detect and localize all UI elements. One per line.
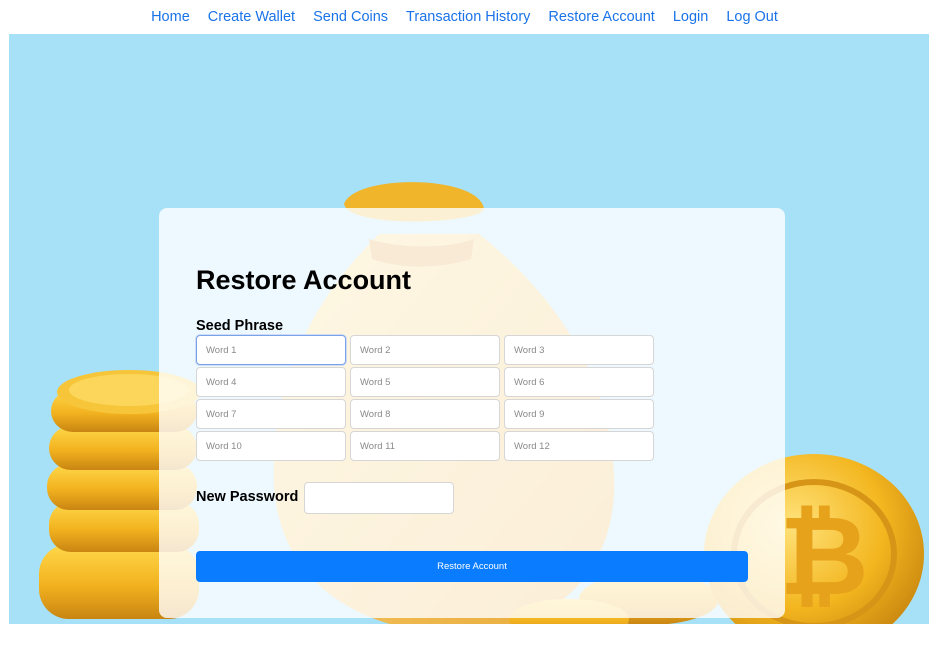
seed-word-11-input[interactable] bbox=[350, 431, 500, 461]
seed-word-5-input[interactable] bbox=[350, 367, 500, 397]
restore-account-card: Restore Account Seed Phrase New Password… bbox=[159, 208, 785, 618]
nav-log-out-link[interactable]: Log Out bbox=[726, 9, 778, 25]
seed-phrase-label: Seed Phrase bbox=[196, 318, 284, 334]
svg-text:₿: ₿ bbox=[779, 495, 869, 618]
seed-word-8-input[interactable] bbox=[350, 399, 500, 429]
nav-login-link[interactable]: Login bbox=[673, 9, 708, 25]
nav-create-wallet-link[interactable]: Create Wallet bbox=[208, 9, 295, 25]
page-title: Restore Account bbox=[196, 265, 412, 295]
seed-word-3-input[interactable] bbox=[504, 335, 654, 365]
nav-send-coins-link[interactable]: Send Coins bbox=[313, 9, 388, 25]
seed-word-1-input[interactable] bbox=[196, 335, 346, 365]
nav-transaction-history-link[interactable]: Transaction History bbox=[406, 9, 530, 25]
restore-account-button[interactable]: Restore Account bbox=[196, 551, 748, 582]
seed-word-10-input[interactable] bbox=[196, 431, 346, 461]
new-password-label: New Password bbox=[196, 489, 299, 505]
top-navigation: Home Create Wallet Send Coins Transactio… bbox=[0, 0, 929, 34]
seed-word-7-input[interactable] bbox=[196, 399, 346, 429]
seed-word-9-input[interactable] bbox=[504, 399, 654, 429]
new-password-input[interactable] bbox=[304, 482, 454, 514]
seed-word-4-input[interactable] bbox=[196, 367, 346, 397]
seed-phrase-grid bbox=[196, 335, 654, 461]
nav-home-link[interactable]: Home bbox=[151, 9, 190, 25]
seed-word-6-input[interactable] bbox=[504, 367, 654, 397]
seed-word-12-input[interactable] bbox=[504, 431, 654, 461]
nav-restore-account-link[interactable]: Restore Account bbox=[548, 9, 654, 25]
seed-word-2-input[interactable] bbox=[350, 335, 500, 365]
